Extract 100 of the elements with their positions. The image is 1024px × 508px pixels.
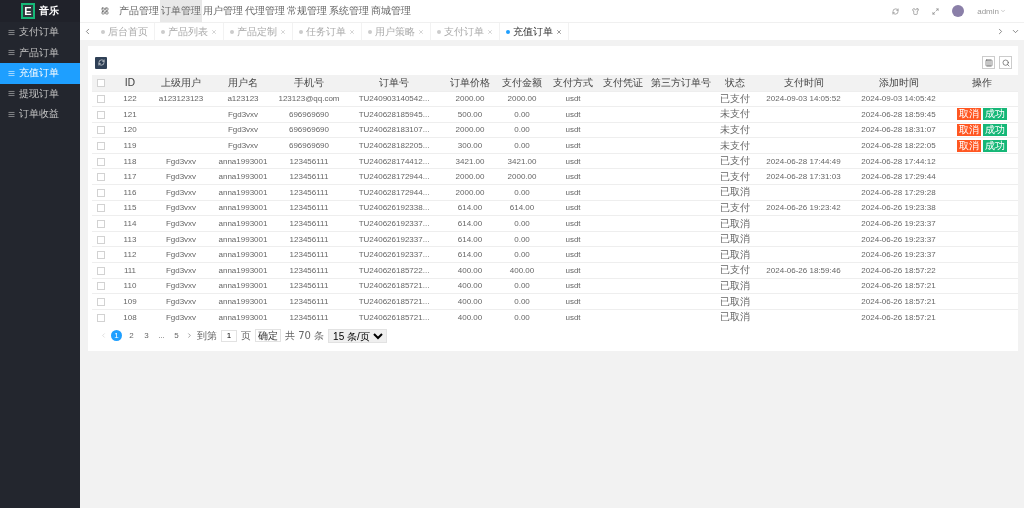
list-icon [8,28,15,36]
menu-icon[interactable] [101,7,109,15]
table-cell: TU240628185945... [358,109,430,119]
row-checkbox[interactable] [97,235,105,244]
row-checkbox[interactable] [97,282,105,291]
table-cell: 未支付 [720,139,750,151]
refresh-icon[interactable] [892,7,900,15]
nav-item[interactable]: 代理管理 [244,0,286,22]
table-cell: TU240628183107... [358,125,430,135]
page-number[interactable]: ... [156,330,167,342]
table-cell: usdt [565,109,581,119]
table-cell: 114 [123,219,137,229]
table-cell: 0.00 [514,219,530,229]
column-header: 支付凭证 [603,76,643,88]
page-number[interactable]: 2 [126,330,137,342]
table-cell: 已支付 [720,92,750,104]
table-cell: 2024-06-26 18:57:21 [861,297,936,306]
table-cell: Fgd3vxv [165,203,197,213]
table-cell: 123456111 [289,250,329,260]
logo-mark: E [21,3,35,19]
sidebar-item[interactable]: 支付订单 [0,22,80,43]
list-icon [8,49,15,57]
table-cell: 2024-06-26 18:59:46 [766,265,841,275]
sidebar-item[interactable]: 产品订单 [0,42,80,63]
table-cell: 3421.00 [455,156,485,166]
close-icon[interactable] [487,28,493,35]
close-icon[interactable] [418,28,424,35]
table-cell: 2000.00 [455,125,485,135]
scroll-left-icon[interactable] [83,27,92,36]
column-header: 操作 [972,76,992,88]
table-cell: 119 [123,141,137,151]
row-checkbox[interactable] [97,126,105,135]
row-checkbox[interactable] [97,157,105,166]
table-cell: 未支付 [720,108,750,120]
nav-item[interactable]: 常规管理 [286,0,328,22]
table-cell: 123456111 [289,172,329,182]
nav-item[interactable]: 用户管理 [202,0,244,22]
close-icon[interactable] [349,28,355,35]
column-header: 手机号 [294,76,324,88]
column-header: ID [124,77,136,89]
page-size-select[interactable]: 15 条/页 [328,328,388,343]
caret-icon [1000,8,1006,14]
table-cell: anna1993001 [218,219,268,229]
page-number[interactable]: 5 [171,330,182,342]
table-cell: anna1993001 [218,203,268,213]
table-cell: 2024-06-26 18:57:21 [861,281,936,291]
table-cell: TU240626192337... [358,219,430,229]
table-cell: TU240626192337... [358,250,430,260]
row-checkbox[interactable] [97,313,105,322]
table-cell: anna1993001 [218,312,268,322]
dropdown-icon[interactable] [1011,27,1020,36]
row-checkbox[interactable] [97,95,105,104]
nav-item[interactable]: 产品管理 [118,0,160,22]
close-icon[interactable] [211,28,217,35]
columns-button[interactable] [982,56,995,69]
page-number[interactable]: 3 [141,330,152,342]
row-checkbox[interactable] [97,141,105,150]
refresh-button[interactable] [95,56,107,69]
row-checkbox[interactable] [97,110,105,119]
sidebar-item[interactable]: 提现订单 [0,83,80,104]
scroll-right-icon[interactable] [996,27,1005,36]
row-checkbox[interactable] [97,297,105,306]
table-cell: 696969690 [288,109,329,119]
row-checkbox[interactable] [97,251,105,260]
table-cell: Fgd3vxv [165,250,197,260]
close-icon[interactable] [280,28,286,35]
table-cell: 2000.00 [507,172,537,182]
search-button[interactable] [999,56,1012,69]
table-cell: 2000.00 [507,94,537,104]
column-header: 添加时间 [878,76,919,88]
prev-page-icon[interactable] [100,332,107,340]
table-cell: 2024-06-28 18:31:07 [861,125,936,135]
row-checkbox[interactable] [97,266,105,275]
page-input[interactable]: 1 [221,329,237,342]
row-checkbox[interactable] [97,188,105,197]
column-header: 支付方式 [553,76,593,88]
table-cell: 已取消 [720,186,750,198]
close-icon[interactable] [556,28,562,35]
next-page-icon[interactable] [186,332,193,340]
row-checkbox[interactable] [97,219,105,228]
table-cell: 123456111 [289,312,329,322]
table-cell: 已取消 [720,295,750,307]
page-tab[interactable]: 充值订单 [500,23,569,40]
fullscreen-icon[interactable] [932,7,940,15]
nav-item[interactable]: 系统管理 [328,0,370,22]
avatar[interactable] [952,5,965,17]
row-checkbox[interactable] [97,173,105,182]
table-cell: 2000.00 [455,94,485,104]
table-cell: Fgd3vxv [165,172,197,182]
nav-item[interactable]: 订单管理 [160,0,202,22]
table-cell: 0.00 [514,297,530,306]
table-cell: Fgd3vxv [165,156,197,166]
table-cell: 0.00 [514,250,530,260]
sidebar-item[interactable]: 订单收益 [0,104,80,125]
table-cell: Fgd3vxv [165,234,197,244]
row-checkbox[interactable] [97,204,105,213]
select-all-checkbox[interactable] [97,79,105,88]
confirm-button[interactable]: 确定 [255,329,281,343]
nav-item[interactable]: 商城管理 [370,0,412,22]
table-cell: Fgd3vxv [165,265,197,275]
